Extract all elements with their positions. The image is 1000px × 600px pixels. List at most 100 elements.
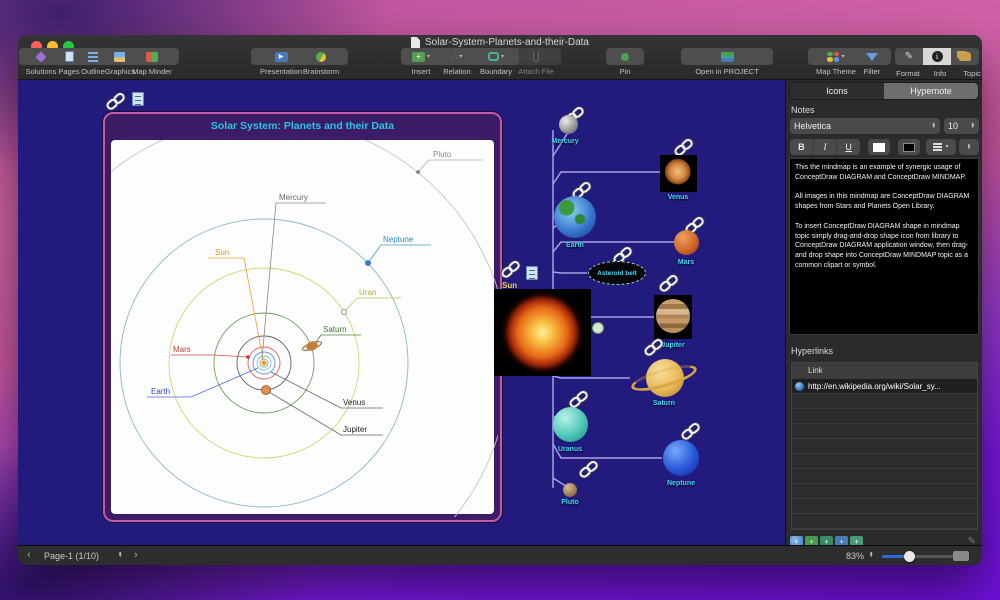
list-icon [933, 146, 943, 148]
zoom-percent: 83% [846, 551, 865, 561]
hyperlink-chain-icon[interactable] [672, 136, 696, 159]
chevron-updown-icon: ▲ ▼ [970, 121, 975, 129]
node-label: Earth [566, 242, 584, 249]
jupiter-marker [261, 385, 271, 395]
italic-button[interactable]: I [814, 139, 838, 155]
mindmap-node-mars[interactable] [674, 230, 699, 255]
tab-hypernote[interactable]: Hypernote [884, 83, 978, 99]
orbit-diagram: Pluto Mercury Neptune Sun Uran Saturn Ma… [18, 117, 510, 545]
uranus-marker [341, 309, 347, 315]
mars-marker [246, 355, 250, 359]
mindmap-node-venus[interactable] [660, 155, 697, 192]
font-size-select[interactable]: 10 ▲ ▼ [944, 118, 979, 134]
mindmap-node-mercury[interactable] [559, 115, 578, 134]
empty-row [792, 499, 977, 514]
hyperlink-row[interactable]: http://en.wikipedia.org/wiki/Solar_sy... [792, 379, 977, 394]
window-header: Solar-System-Planets-and-their-Data Solu… [18, 35, 982, 80]
hyperlink-chain-icon[interactable] [657, 272, 681, 295]
document-icon [411, 37, 421, 48]
toolbar-button-attach-file[interactable]: Attach File [511, 48, 561, 76]
pluto-marker [416, 170, 420, 174]
segment-info[interactable]: i [923, 48, 951, 65]
pages-icon [64, 51, 74, 62]
hyperlink-chain-icon[interactable] [499, 258, 523, 281]
text-color-well[interactable] [868, 139, 890, 155]
hyperlink-chain-icon[interactable] [577, 458, 601, 481]
mindmap-node-pluto[interactable] [563, 483, 577, 497]
map-theme-icon [827, 51, 840, 62]
align-dropdown[interactable]: ▲ ▼ [959, 139, 979, 155]
filter-icon [866, 52, 878, 61]
orbit-label-jupiter: Jupiter [343, 425, 367, 434]
solutions-icon [35, 50, 47, 63]
titlebar: Solar-System-Planets-and-their-Data [18, 37, 982, 48]
hyperlink-chain-icon[interactable] [679, 420, 703, 443]
mindmap-node-sun[interactable] [494, 289, 591, 376]
app-window: Solar-System-Planets-and-their-Data Solu… [18, 35, 982, 565]
zoom-stepper[interactable]: ▲ ▼ [869, 550, 873, 557]
mindmap-node-saturn[interactable] [628, 355, 700, 401]
inspector-panel: Icons Hypernote Notes Helvetica ▲ ▼ 10 ▲ ▼… [785, 80, 982, 548]
highlight-color-well[interactable] [898, 139, 920, 155]
topic-icon [959, 52, 971, 61]
format-label: Format [896, 69, 920, 78]
list-style-dropdown[interactable]: ▾ [926, 139, 956, 155]
font-family-select[interactable]: Helvetica ▲ ▼ [790, 118, 940, 134]
mindmap-canvas[interactable]: Solar System: Planets and their Data Plu… [18, 80, 785, 545]
page-stepper[interactable]: ▲ ▼ [118, 550, 122, 557]
status-bar: ‹ Page-1 (1/10) ▲ ▼ › 83% ▲ ▼ [18, 545, 982, 565]
node-label: Mars [677, 259, 695, 266]
boundary-icon [487, 52, 499, 61]
next-page-chevron[interactable]: › [134, 550, 138, 561]
note-icon[interactable] [132, 92, 144, 106]
hyperlinks-table: Link http://en.wikipedia.org/wiki/Solar_… [791, 362, 978, 530]
toolbar-button-open-in-project[interactable]: Open in PROJECT [681, 48, 773, 76]
brainstorm-icon [316, 51, 326, 62]
notes-textarea[interactable]: This the mindmap is an example of synerg… [789, 158, 979, 335]
globe-icon [795, 381, 804, 391]
saturn-marker [302, 341, 322, 351]
outline-icon [87, 55, 99, 58]
zoom-slider-thumb[interactable] [904, 551, 915, 562]
diagram-topic-frame[interactable]: Solar System: Planets and their Data Plu… [18, 112, 510, 545]
mindmap-node-neptune[interactable] [663, 440, 699, 476]
collapse-badge[interactable] [592, 322, 604, 334]
fit-page-button[interactable] [953, 551, 969, 561]
segment-topic[interactable] [951, 48, 979, 65]
hyperlink-chain-icon[interactable] [642, 336, 666, 359]
node-label: Saturn [652, 400, 676, 407]
insert-icon: + [411, 51, 425, 62]
orbit-label-earth: Earth [151, 387, 170, 396]
bold-button[interactable]: B [790, 139, 814, 155]
hyperlink-chain-icon[interactable] [104, 90, 128, 113]
hyperlinks-label: Hyperlinks [791, 346, 834, 356]
mindmap-node-asteroid-belt[interactable]: Asteroid belt [588, 261, 646, 285]
toolbar-button-pin[interactable]: Pin [606, 48, 644, 76]
link-column-header: Link [792, 363, 977, 379]
toolbar-button-map-minder[interactable]: Map Minder [125, 48, 179, 76]
neptune-marker [365, 260, 371, 266]
orbit-label-mercury: Mercury [279, 193, 308, 202]
note-icon[interactable] [526, 266, 538, 280]
toolbar-button-brainstorm[interactable]: Brainstorm [294, 48, 348, 76]
zoom-slider[interactable] [882, 551, 955, 562]
page-indicator: Page-1 (1/10) [44, 551, 100, 561]
node-label: Pluto [561, 499, 579, 506]
tab-icons[interactable]: Icons [790, 83, 884, 99]
empty-row [792, 454, 977, 469]
hyperlink-chain-icon[interactable] [567, 388, 591, 411]
hyperlink-chain-icon[interactable] [611, 244, 635, 267]
prev-page-chevron[interactable]: ‹ [27, 550, 31, 561]
orbit-label-uranus: Uran [359, 288, 376, 297]
empty-row [792, 514, 977, 529]
mindmap-node-uranus[interactable] [553, 407, 588, 442]
sun-marker [261, 360, 267, 366]
empty-row [792, 469, 977, 484]
mindmap-node-earth[interactable] [554, 196, 596, 238]
chevron-updown-icon: ▲ ▼ [931, 121, 936, 129]
underline-button[interactable]: U [837, 139, 860, 155]
hyperlink-chain-icon[interactable] [570, 179, 594, 202]
segment-format[interactable]: ✎ [895, 48, 923, 65]
mindmap-node-jupiter[interactable] [654, 295, 692, 339]
panel-tabs: Icons Hypernote [789, 82, 979, 100]
